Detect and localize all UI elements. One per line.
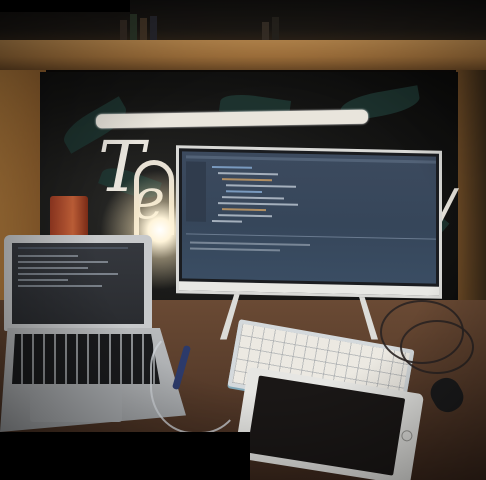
desk-photo: T e / [0, 0, 486, 480]
code-line [222, 178, 272, 182]
code-line [218, 214, 272, 218]
monitor-bezel [179, 281, 439, 296]
code-line [222, 208, 266, 212]
cable [400, 320, 474, 374]
laptop-keyboard [12, 334, 160, 384]
code-line [218, 172, 278, 176]
monitor-screen [182, 151, 436, 284]
console-line [190, 247, 280, 252]
laptop-ui-row [18, 247, 128, 249]
laptop-ui-row [18, 285, 102, 287]
book [140, 18, 147, 42]
laptop-trackpad [30, 388, 122, 422]
file-tree [186, 161, 206, 222]
code-line [222, 196, 284, 200]
code-line [226, 190, 262, 194]
book [120, 20, 127, 42]
code-line [218, 202, 298, 206]
book [262, 22, 269, 42]
tablet-screen [246, 375, 406, 476]
laptop-ui-row [18, 261, 108, 263]
book [130, 14, 137, 42]
laptop-icon [4, 235, 152, 331]
monitor-icon [176, 145, 442, 299]
code-line [212, 165, 252, 169]
panel-divider [186, 233, 436, 240]
laptop-screen [12, 243, 144, 324]
code-line [212, 219, 242, 223]
laptop-ui-row [18, 267, 88, 269]
laptop-ui-row [18, 255, 78, 257]
laptop-ui-row [18, 279, 68, 281]
shelf-board [0, 40, 486, 70]
code-line [186, 155, 436, 164]
image-border [0, 0, 130, 12]
laptop-ui-row [18, 273, 118, 275]
image-border [0, 432, 250, 480]
book [272, 17, 279, 42]
book [150, 16, 157, 42]
code-line [226, 184, 296, 188]
tablet-home-button [400, 429, 414, 443]
console-line [190, 241, 310, 247]
